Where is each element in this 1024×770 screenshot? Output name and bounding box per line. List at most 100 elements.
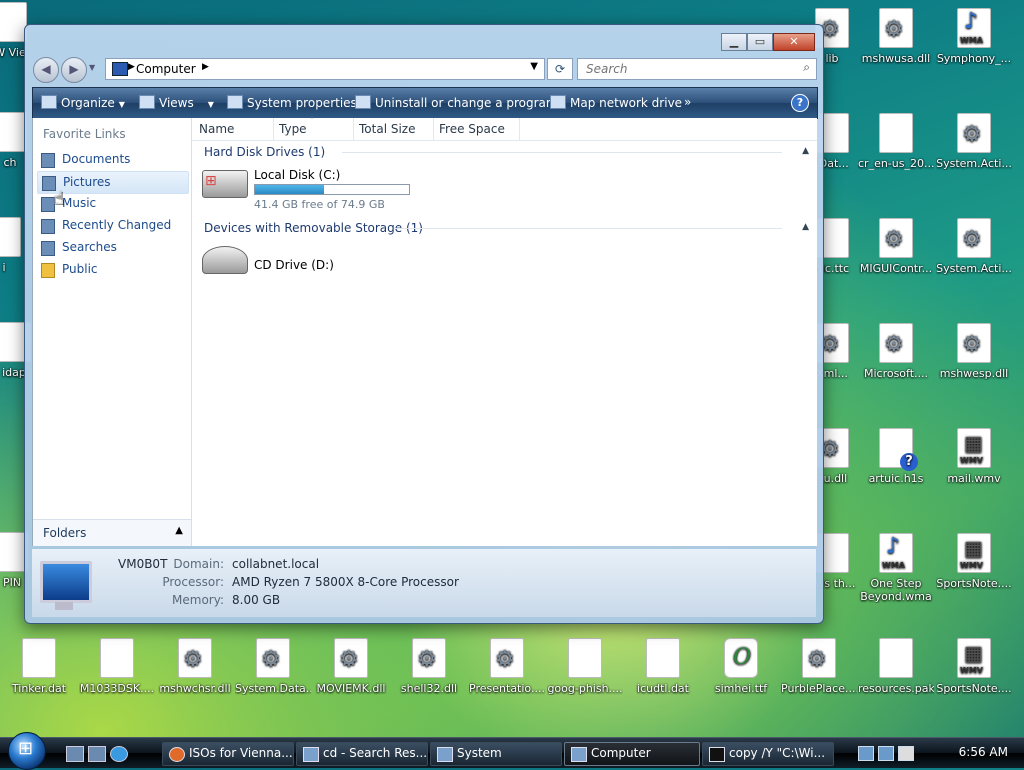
address-bar[interactable]: ▶ Computer ▶ ▼ xyxy=(105,58,545,80)
domain-value: collabnet.local xyxy=(232,557,320,571)
dll-icon xyxy=(957,113,991,153)
desktop-icon[interactable]: shell32.dll xyxy=(391,638,467,695)
breadcrumb-arrow-icon[interactable]: ▶ xyxy=(128,62,135,72)
desktop-icon[interactable]: M1033DSK.... xyxy=(79,638,155,695)
refresh-button[interactable]: ⟳ xyxy=(547,58,573,80)
start-button[interactable] xyxy=(8,732,46,770)
desktop-icon[interactable]: System.Acti... xyxy=(936,218,1012,275)
breadcrumb-arrow-icon[interactable]: ▶ xyxy=(202,62,209,72)
desktop-icon[interactable]: SportsNote.... xyxy=(936,533,1012,590)
file-icon xyxy=(100,638,134,678)
column-header-name[interactable]: Name xyxy=(199,122,234,136)
searches-icon xyxy=(41,241,55,256)
desktop-icon[interactable]: mshwusa.dll xyxy=(858,8,934,65)
group-header-removable-storage[interactable]: Devices with Removable Storage (1) xyxy=(204,221,423,235)
drive-cd-d[interactable]: CD Drive (D:) xyxy=(202,242,502,282)
desktop-icon[interactable]: Presentatio.... xyxy=(469,638,545,695)
column-separator[interactable] xyxy=(433,118,434,140)
sort-arrow-icon: ˄ xyxy=(310,116,314,125)
clock[interactable]: 6:56 AM xyxy=(959,745,1008,759)
address-dropdown-icon[interactable]: ▼ xyxy=(530,61,538,72)
favorite-link-recently-changed[interactable]: Recently Changed xyxy=(37,215,187,236)
recently-changed-icon xyxy=(41,219,55,234)
recent-pages-chevron-icon[interactable]: ▼ xyxy=(89,63,95,72)
dll-icon xyxy=(178,638,212,678)
desktop-icon[interactable]: cr_en-us_20... xyxy=(858,113,934,170)
column-headers: Name Type ˄ Total Size Free Space xyxy=(192,116,817,141)
desktop-icon[interactable]: System.Data.... xyxy=(235,638,311,695)
desktop-icon[interactable]: simhei.ttf xyxy=(703,638,779,695)
favorite-link-documents[interactable]: Documents xyxy=(37,149,187,170)
help-icon[interactable]: ? xyxy=(791,94,809,112)
desktop-icon[interactable]: Symphony_... xyxy=(936,8,1012,65)
drive-usage-fill xyxy=(255,185,324,194)
forward-button[interactable]: ▶ xyxy=(61,57,87,83)
volume-muted-icon[interactable] xyxy=(898,746,914,761)
desktop-icon[interactable]: MIGUIContr... xyxy=(858,218,934,275)
collapse-group-icon[interactable]: ▲ xyxy=(802,222,809,232)
taskbar: ISOs for Vienna... cd - Search Res... Sy… xyxy=(0,732,1024,770)
font-icon xyxy=(724,638,758,678)
folder-icon xyxy=(41,263,55,278)
desktop-icon[interactable]: mail.wmv xyxy=(936,428,1012,485)
organize-button[interactable]: Organize ▼ xyxy=(41,95,125,110)
column-separator[interactable] xyxy=(353,118,354,140)
show-desktop-icon[interactable] xyxy=(66,746,84,762)
desktop-icon[interactable]: Microsoft.... xyxy=(858,323,934,380)
folders-label: Folders xyxy=(43,526,87,540)
desktop-icon[interactable]: Tinker.dat xyxy=(1,638,77,695)
favorite-link-public[interactable]: Public xyxy=(37,259,187,280)
taskbar-button-cmd[interactable]: copy /Y "C:\Wi... xyxy=(702,742,834,766)
folders-toggle[interactable]: Folders ▲ xyxy=(33,519,191,546)
taskbar-button-computer[interactable]: Computer xyxy=(564,742,700,766)
column-separator[interactable] xyxy=(519,118,520,140)
uninstall-program-button[interactable]: Uninstall or change a program xyxy=(355,95,558,110)
map-network-drive-button[interactable]: Map network drive xyxy=(550,95,682,110)
column-header-free-space[interactable]: Free Space xyxy=(439,122,505,136)
desktop-icon[interactable]: resources.pak xyxy=(858,638,934,695)
file-icon xyxy=(0,2,27,42)
column-header-type[interactable]: Type xyxy=(279,122,307,136)
close-button[interactable]: ✕ xyxy=(773,33,815,51)
desktop-icon[interactable]: artuic.h1s xyxy=(858,428,934,485)
desktop-icon[interactable]: mshwesp.dll xyxy=(936,323,1012,380)
monitor-icon[interactable] xyxy=(878,746,894,761)
column-header-total-size[interactable]: Total Size xyxy=(359,122,415,136)
drive-free-space: 41.4 GB free of 74.9 GB xyxy=(254,198,385,211)
dll-icon xyxy=(879,8,913,48)
collapse-group-icon[interactable]: ▲ xyxy=(802,146,809,156)
search-icon[interactable]: ⌕ xyxy=(803,60,810,75)
favorite-link-searches[interactable]: Searches xyxy=(37,237,187,258)
desktop-icon[interactable]: System.Acti... xyxy=(936,113,1012,170)
desktop-icon[interactable]: MOVIEMK.dll xyxy=(313,638,389,695)
search-folder-icon xyxy=(303,747,319,762)
switch-windows-icon[interactable] xyxy=(88,746,106,762)
file-icon xyxy=(22,638,56,678)
taskbar-button-system[interactable]: System xyxy=(430,742,562,766)
explorer-window[interactable]: ▁ ▭ ✕ ◀ ▶ ▼ ▶ Computer ▶ ▼ ⟳ ⌕ Organize▼… xyxy=(24,24,824,624)
internet-explorer-icon[interactable] xyxy=(110,746,128,762)
views-button[interactable]: Views ▼ xyxy=(139,95,214,110)
chevron-up-icon: ▲ xyxy=(175,525,183,536)
desktop-icon[interactable]: SportsNote.... xyxy=(936,638,1012,695)
system-properties-button[interactable]: System properties xyxy=(227,95,357,110)
taskbar-button-firefox[interactable]: ISOs for Vienna... xyxy=(162,742,294,766)
desktop-icon[interactable]: One Step Beyond.wma xyxy=(858,533,934,603)
group-header-hard-disk-drives[interactable]: Hard Disk Drives (1) xyxy=(204,145,325,159)
desktop-icon[interactable]: goog-phish.... xyxy=(547,638,623,695)
breadcrumb-computer[interactable]: Computer xyxy=(136,62,196,76)
taskbar-button-search[interactable]: cd - Search Res... xyxy=(296,742,428,766)
minimize-button[interactable]: ▁ xyxy=(721,33,747,51)
back-button[interactable]: ◀ xyxy=(33,57,59,83)
search-box[interactable]: ⌕ xyxy=(577,58,817,80)
desktop-icon[interactable]: mshwchsr.dll xyxy=(157,638,233,695)
drive-local-disk-c[interactable]: Local Disk (C:) 41.4 GB free of 74.9 GB xyxy=(202,166,502,211)
desktop-icon[interactable]: icudtl.dat xyxy=(625,638,701,695)
system-icon xyxy=(437,747,453,762)
more-commands-button[interactable]: » xyxy=(684,95,691,109)
column-separator[interactable] xyxy=(273,118,274,140)
search-input[interactable] xyxy=(584,61,788,77)
desktop-icon[interactable]: PurblePlace.... xyxy=(781,638,857,695)
network-icon[interactable] xyxy=(858,746,874,761)
maximize-button[interactable]: ▭ xyxy=(747,33,773,51)
